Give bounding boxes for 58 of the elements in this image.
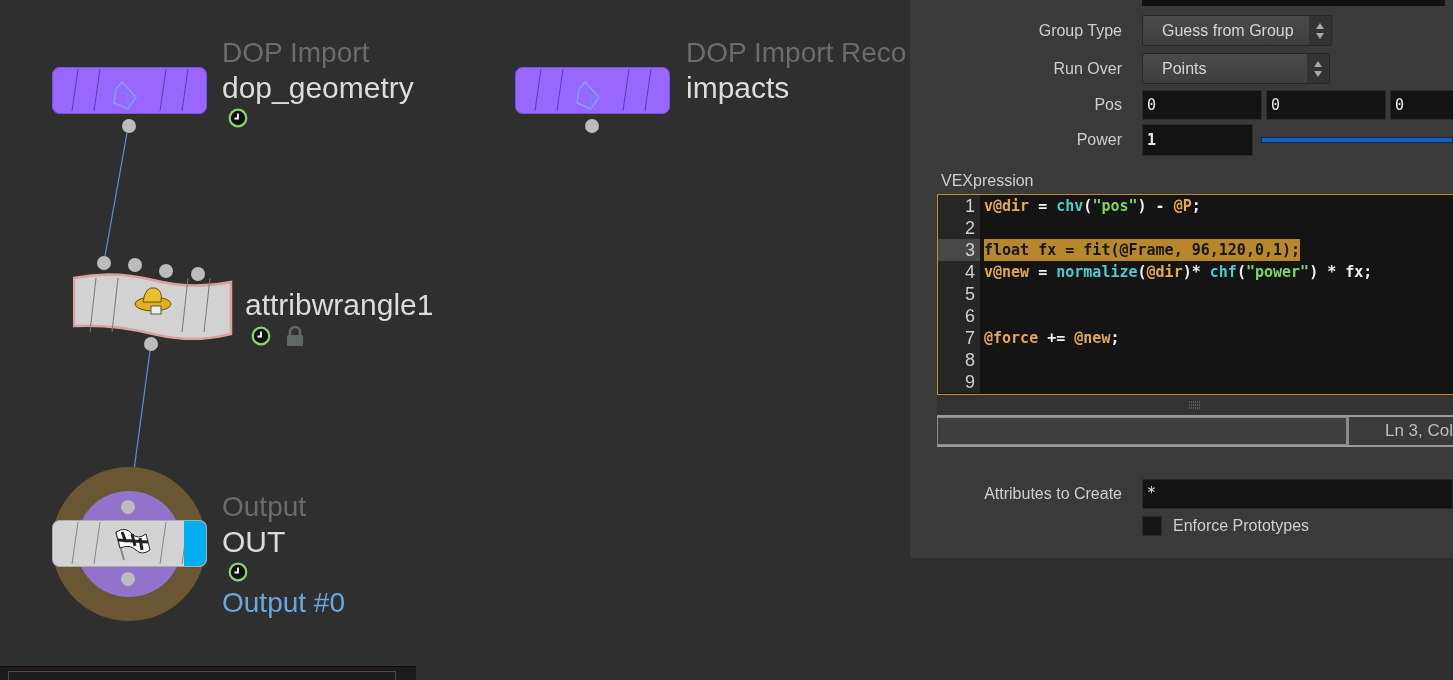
line-number: 4 bbox=[938, 261, 980, 283]
line-number: 3 bbox=[938, 239, 980, 261]
connector-dot[interactable] bbox=[97, 256, 111, 270]
line-number: 5 bbox=[938, 283, 980, 305]
param-label: Group Type bbox=[1037, 21, 1122, 40]
pos-field[interactable]: 0 bbox=[1390, 90, 1453, 120]
cube-icon bbox=[576, 80, 600, 110]
checkered-flag-icon bbox=[115, 528, 151, 561]
node-body[interactable] bbox=[73, 273, 233, 340]
cube-icon bbox=[113, 80, 137, 110]
connector-dot[interactable] bbox=[191, 267, 205, 281]
node-body[interactable] bbox=[52, 67, 207, 114]
pos-field[interactable]: 0 bbox=[1142, 90, 1262, 120]
drag-handle-icon[interactable] bbox=[1189, 401, 1201, 409]
node-name[interactable]: dop_geometry bbox=[222, 70, 414, 106]
group-type-dropdown[interactable]: Guess from Group bbox=[1142, 15, 1332, 46]
connector-dot[interactable] bbox=[122, 119, 136, 133]
code-editor[interactable]: 1 v@dir = chv("pos") - @P; 2 3 float fx = fit(@Frame, 96,120,0,1); 4 v@new = normalize(@dir)* chf("power") * fx; 5 6 7 @force += @new; 8 9 bbox=[937, 194, 1453, 395]
checkbox-label: Enforce Prototypes bbox=[1173, 517, 1310, 535]
code-line: v@dir = chv("pos") - @P; bbox=[984, 196, 1201, 217]
line-number: 6 bbox=[938, 305, 980, 327]
connector-dot[interactable] bbox=[585, 119, 599, 133]
line-number: 9 bbox=[938, 371, 980, 393]
node-name[interactable]: OUT bbox=[222, 524, 286, 560]
param-label: Pos bbox=[1093, 96, 1122, 114]
node-body[interactable] bbox=[515, 67, 670, 114]
param-label: Run Over bbox=[1052, 59, 1122, 78]
param-label: Power bbox=[1075, 131, 1122, 149]
code-line: @force += @new; bbox=[984, 328, 1120, 349]
pos-field[interactable]: 0 bbox=[1266, 90, 1386, 120]
connector-dot[interactable] bbox=[121, 572, 135, 586]
node-type-label: DOP Import Reco bbox=[686, 36, 907, 70]
node-name[interactable]: attribwrangle1 bbox=[245, 287, 434, 323]
connector-dot[interactable] bbox=[128, 258, 142, 272]
code-line: v@new = normalize(@dir)* chf("power") * fx; bbox=[984, 262, 1373, 283]
line-number: 7 bbox=[938, 327, 980, 349]
node-name[interactable]: impacts bbox=[686, 70, 790, 106]
param-label: VEXpression bbox=[941, 172, 1035, 190]
hat-icon bbox=[134, 287, 172, 315]
node-type-label: Output bbox=[222, 490, 307, 524]
power-field[interactable]: 1 bbox=[1142, 124, 1253, 156]
line-number: 2 bbox=[938, 217, 980, 239]
run-over-dropdown[interactable]: Points bbox=[1142, 53, 1330, 84]
checkbox[interactable] bbox=[1142, 516, 1162, 536]
connector-dot[interactable] bbox=[121, 500, 135, 514]
attributes-field[interactable]: * bbox=[1142, 479, 1453, 509]
output-label: Output #0 bbox=[222, 586, 345, 620]
node-type-label: DOP Import bbox=[222, 36, 370, 70]
connector-dot[interactable] bbox=[159, 264, 173, 278]
param-label: Attributes to Create bbox=[983, 485, 1122, 503]
cursor-status: Ln 3, Col bbox=[1383, 420, 1453, 442]
line-number: 1 bbox=[938, 195, 980, 217]
spinner-arrows-icon bbox=[1313, 59, 1323, 78]
connector-dot[interactable] bbox=[144, 337, 158, 351]
slider-track[interactable] bbox=[1261, 137, 1453, 143]
text-field[interactable] bbox=[1142, 0, 1445, 6]
line-number: 8 bbox=[938, 349, 980, 371]
spinner-arrows-icon bbox=[1315, 21, 1325, 40]
